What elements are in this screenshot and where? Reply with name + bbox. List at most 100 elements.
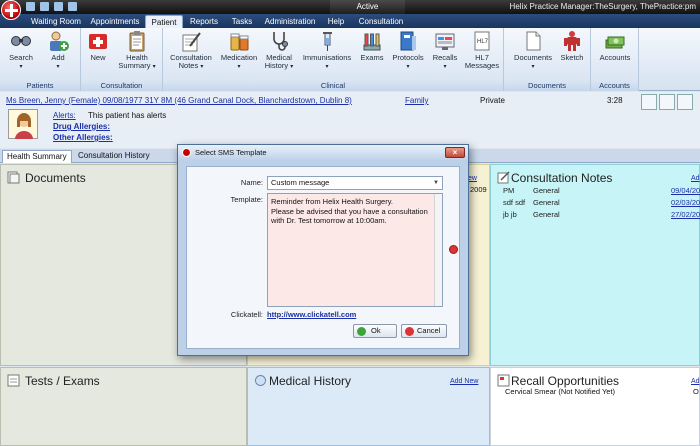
family-link[interactable]: Family — [405, 96, 429, 105]
tab-health-summary[interactable]: Health Summary — [2, 150, 72, 163]
drug-allergies-link[interactable]: Drug Allergies: — [53, 122, 110, 131]
tab-help[interactable]: Help — [324, 15, 348, 28]
name-label: Name: — [240, 178, 263, 187]
svg-text:HL7: HL7 — [477, 39, 489, 45]
ribbon: Search ▾ Add ▾ Patients New Health Summary… — [0, 28, 700, 91]
health-summary-button[interactable]: Health Summary ▾ — [115, 30, 159, 71]
tab-tasks[interactable]: Tasks — [228, 15, 256, 28]
ribbon-group-consultation: New Health Summary ▾ Consultation — [81, 28, 163, 91]
note-category: General — [533, 198, 560, 207]
documents-panel-title: Documents — [25, 171, 86, 185]
tests-exams-panel: Tests / Exams — [0, 367, 247, 446]
group-label-accounts: Accounts — [591, 80, 638, 91]
dialog-title-bar[interactable]: Select SMS Template × — [178, 145, 468, 160]
cancel-button-label: Cancel — [417, 326, 441, 335]
ok-button[interactable]: Ok — [353, 324, 397, 338]
error-indicator-icon — [449, 245, 458, 254]
exams-button[interactable]: Exams — [352, 30, 392, 62]
medical-history-add-link[interactable]: Add New — [450, 378, 478, 385]
recall-opportunities-title: Recall Opportunities — [511, 374, 620, 388]
alerts-text: This patient has alerts — [88, 111, 167, 120]
tab-waiting-room[interactable]: Waiting Room — [27, 15, 85, 28]
consultation-notes-button[interactable]: Consultation Notes ▾ — [169, 30, 213, 71]
image-view-icon[interactable] — [641, 94, 657, 110]
window-title: Helix Practice Manager:TheSurgery, ThePr… — [509, 2, 696, 11]
center-panel-link[interactable]: ew — [468, 175, 477, 182]
tests-exams-title: Tests / Exams — [25, 374, 100, 388]
note-author: sdf sdf — [503, 198, 526, 207]
consultation-notes-panel-icon — [497, 171, 510, 184]
center-panel-date: 2009 — [470, 185, 487, 194]
recalls-button[interactable]: Recalls ▾ — [425, 30, 465, 71]
group-label-patients: Patients — [0, 80, 80, 91]
tests-exams-panel-icon — [7, 374, 20, 387]
close-icon[interactable]: × — [445, 147, 465, 158]
patient-summary-link[interactable]: Ms Breen, Jenny (Female) 09/08/1977 31Y … — [6, 96, 352, 105]
recall-add-link[interactable]: Ad — [691, 378, 700, 385]
first-aid-kit-icon — [89, 34, 107, 49]
protocols-button[interactable]: Protocols ▾ — [388, 30, 428, 71]
other-allergies-link[interactable]: Other Allergies: — [53, 133, 113, 142]
patient-bar: Ms Breen, Jenny (Female) 09/08/1977 31Y … — [0, 92, 700, 148]
search-button[interactable]: Search ▾ — [1, 30, 41, 71]
tab-patient[interactable]: Patient — [145, 15, 183, 28]
chevron-down-icon: ▼ — [433, 180, 439, 186]
template-text: Reminder from Helix Health Surgery. Plea… — [271, 197, 428, 225]
app-menu-orb-icon[interactable] — [1, 0, 21, 20]
new-consultation-button[interactable]: New — [78, 30, 118, 62]
cancel-icon — [405, 327, 414, 336]
calculator-icon[interactable] — [659, 94, 675, 110]
ribbon-group-patients: Search ▾ Add ▾ Patients — [0, 28, 81, 91]
pill-bottle-icon — [230, 33, 249, 51]
note-date-link[interactable]: 02/03/200 — [671, 198, 700, 207]
immunisations-button[interactable]: Immunisations ▾ — [301, 30, 353, 71]
add-patient-button[interactable]: Add ▾ — [38, 30, 78, 71]
note-date-link[interactable]: 27/02/200 — [671, 210, 700, 219]
search-icon[interactable] — [54, 2, 63, 11]
refresh-icon[interactable] — [40, 2, 49, 11]
print-icon[interactable] — [677, 94, 693, 110]
hl7-messages-button[interactable]: HL7 HL7 Messages — [462, 30, 502, 70]
clickatell-label: Clickatell: — [230, 310, 263, 319]
save-icon[interactable] — [26, 2, 35, 11]
recall-item[interactable]: Cervical Smear (Not Notified Yet) — [505, 387, 615, 396]
tab-administration[interactable]: Administration — [262, 15, 318, 28]
group-label-clinical: Clinical — [163, 80, 503, 91]
select-sms-template-dialog: Select SMS Template × Name: Custom messa… — [177, 144, 469, 356]
mail-icon[interactable] — [68, 2, 77, 11]
medical-history-title: Medical History — [269, 374, 352, 388]
dialog-title: Select SMS Template — [195, 148, 267, 157]
title-bar: Active Helix Practice Manager:TheSurgery… — [0, 0, 700, 20]
tab-consultation-history[interactable]: Consultation History — [74, 150, 154, 163]
consultation-notes-add-link[interactable]: Ad — [691, 175, 700, 182]
alerts-label[interactable]: Alerts: — [53, 111, 76, 120]
accounts-button[interactable]: Accounts — [595, 30, 635, 62]
tab-reports[interactable]: Reports — [186, 15, 222, 28]
note-author: PM — [503, 186, 515, 195]
document-icon — [526, 31, 541, 51]
tab-consultation[interactable]: Consultation — [354, 15, 408, 28]
template-scrollbar[interactable] — [434, 194, 442, 306]
note-date-link[interactable]: 09/04/200 — [671, 186, 700, 195]
test-tubes-icon — [363, 33, 381, 51]
tab-appointments[interactable]: Appointments — [86, 15, 144, 28]
medication-button[interactable]: Medication ▾ — [217, 30, 261, 71]
sketch-button[interactable]: Sketch — [552, 30, 592, 62]
medical-history-button[interactable]: Medical History ▾ — [259, 30, 299, 71]
cancel-button[interactable]: Cancel — [401, 324, 447, 338]
ribbon-group-clinical: Consultation Notes ▾ Medication ▾ Medical… — [163, 28, 504, 91]
clickatell-link[interactable]: http://www.clickatell.com — [267, 310, 356, 319]
template-textarea[interactable]: Reminder from Helix Health Surgery. Plea… — [267, 193, 443, 307]
template-name-select[interactable]: Custom message ▼ — [267, 176, 443, 190]
list-item[interactable]: jb jb General — [503, 210, 560, 219]
stethoscope-icon — [273, 32, 288, 51]
anatomy-body-icon — [564, 31, 580, 51]
female-patient-icon — [15, 113, 33, 139]
patient-avatar — [8, 109, 38, 139]
list-item[interactable]: sdf sdf General — [503, 198, 560, 207]
note-category: General — [533, 210, 560, 219]
documents-button[interactable]: Documents ▾ — [510, 30, 556, 71]
recall-screen-icon — [435, 33, 455, 50]
list-item[interactable]: PM General — [503, 186, 560, 195]
medical-history-panel-icon — [255, 375, 266, 386]
